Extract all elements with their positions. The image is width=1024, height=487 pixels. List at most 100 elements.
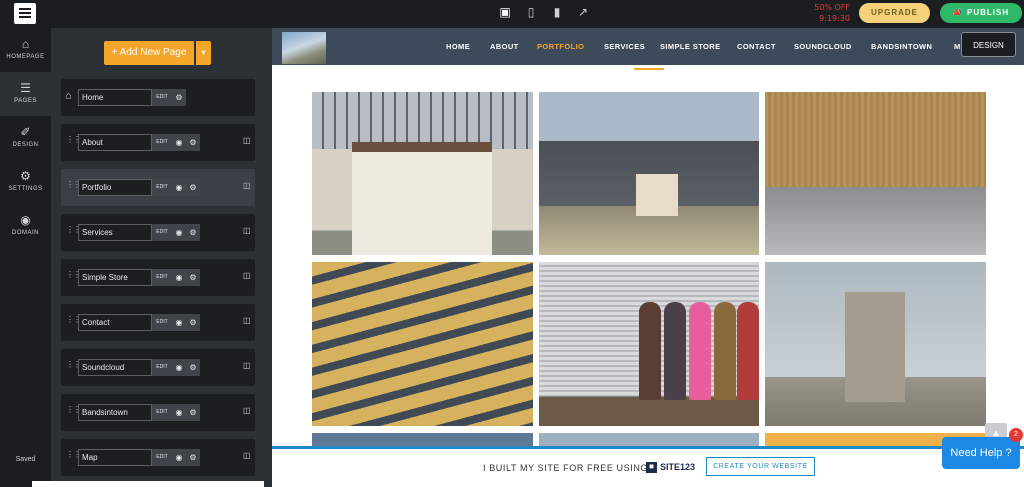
trash-icon[interactable]: ◫ bbox=[243, 361, 251, 370]
mobile-icon[interactable]: ▮ bbox=[550, 5, 564, 19]
portfolio-image[interactable] bbox=[765, 92, 986, 255]
site123-brand: SITE123 bbox=[660, 462, 696, 472]
gear-icon[interactable]: ⚙ bbox=[186, 314, 200, 331]
create-website-button[interactable]: CREATE YOUR WEBSITE bbox=[706, 457, 815, 476]
trash-icon[interactable]: ◫ bbox=[243, 136, 251, 145]
trash-icon[interactable]: ◫ bbox=[243, 316, 251, 325]
nav-home[interactable]: HOME bbox=[446, 42, 470, 51]
nav-map[interactable]: M bbox=[954, 42, 961, 51]
palette-icon[interactable]: ◉ bbox=[172, 179, 186, 196]
site-nav-items: HOME ABOUT PORTFOLIO SERVICES SIMPLE STO… bbox=[272, 28, 1024, 65]
home-icon: ⌂ bbox=[65, 90, 72, 102]
edit-button[interactable]: EDIT bbox=[152, 134, 172, 151]
tablet-icon[interactable]: ▯ bbox=[524, 5, 538, 19]
page-name-input[interactable]: Map bbox=[78, 449, 152, 466]
nav-portfolio[interactable]: PORTFOLIO bbox=[537, 42, 584, 51]
trash-icon[interactable]: ◫ bbox=[243, 181, 251, 190]
palette-icon[interactable]: ◉ bbox=[172, 404, 186, 421]
page-row-home[interactable]: ⌂ Home EDIT ⚙ bbox=[61, 79, 255, 116]
nav-about[interactable]: ABOUT bbox=[490, 42, 519, 51]
nav-simple-store[interactable]: SIMPLE STORE bbox=[660, 42, 721, 51]
drag-handle-icon[interactable]: ⋮⋮ bbox=[66, 316, 81, 327]
drag-handle-icon[interactable]: ⋮⋮ bbox=[66, 226, 81, 237]
rail-item-design[interactable]: ✐ DESIGN bbox=[0, 116, 51, 160]
gear-icon[interactable]: ⚙ bbox=[186, 359, 200, 376]
portfolio-image[interactable] bbox=[539, 262, 759, 426]
drag-handle-icon[interactable]: ⋮⋮ bbox=[66, 361, 81, 372]
page-row-bandsintown[interactable]: ⋮⋮ Bandsintown EDIT ◉ ⚙ ◫ bbox=[61, 394, 255, 431]
drag-handle-icon[interactable]: ⋮⋮ bbox=[66, 181, 81, 192]
nav-services[interactable]: SERVICES bbox=[604, 42, 645, 51]
page-row-contact[interactable]: ⋮⋮ Contact EDIT ◉ ⚙ ◫ bbox=[61, 304, 255, 341]
edit-button[interactable]: EDIT bbox=[152, 269, 172, 286]
edit-button[interactable]: EDIT bbox=[152, 224, 172, 241]
drag-handle-icon[interactable]: ⋮⋮ bbox=[66, 406, 81, 417]
saved-status: Saved bbox=[15, 456, 36, 463]
gear-icon[interactable]: ⚙ bbox=[186, 269, 200, 286]
page-row-portfolio[interactable]: ⋮⋮ Portfolio EDIT ◉ ⚙ ◫ bbox=[61, 169, 255, 206]
page-name-input[interactable]: Services bbox=[78, 224, 152, 241]
edit-button[interactable]: EDIT bbox=[152, 179, 172, 196]
gear-icon[interactable]: ⚙ bbox=[172, 89, 186, 106]
trash-icon[interactable]: ◫ bbox=[243, 226, 251, 235]
page-row-soundcloud[interactable]: ⋮⋮ Soundcloud EDIT ◉ ⚙ ◫ bbox=[61, 349, 255, 386]
menu-logo-icon[interactable] bbox=[14, 3, 36, 24]
drag-handle-icon[interactable]: ⋮⋮ bbox=[66, 451, 81, 462]
drag-handle-icon[interactable]: ⋮⋮ bbox=[66, 136, 81, 147]
portfolio-image[interactable] bbox=[765, 262, 986, 426]
page-name-input[interactable]: Contact bbox=[78, 314, 152, 331]
page-name-input[interactable]: Home bbox=[78, 89, 152, 106]
nav-contact[interactable]: CONTACT bbox=[737, 42, 776, 51]
palette-icon[interactable]: ◉ bbox=[172, 449, 186, 466]
edit-button[interactable]: EDIT bbox=[152, 449, 172, 466]
palette-icon[interactable]: ◉ bbox=[172, 359, 186, 376]
rail-item-settings[interactable]: ⚙ SETTINGS bbox=[0, 160, 51, 204]
palette-icon[interactable]: ◉ bbox=[172, 269, 186, 286]
brush-icon: ✐ bbox=[20, 125, 31, 139]
trash-icon[interactable]: ◫ bbox=[243, 271, 251, 280]
page-name-input[interactable]: Soundcloud bbox=[78, 359, 152, 376]
external-link-icon[interactable]: ↗ bbox=[576, 5, 590, 19]
nav-bandsintown[interactable]: BANDSINTOWN bbox=[871, 42, 932, 51]
rail-item-homepage[interactable]: ⌂ HOMEPAGE bbox=[0, 28, 51, 72]
page-name-input[interactable]: Simple Store bbox=[78, 269, 152, 286]
page-row-about[interactable]: ⋮⋮ About EDIT ◉ ⚙ ◫ bbox=[61, 124, 255, 161]
trash-icon[interactable]: ◫ bbox=[243, 451, 251, 460]
drag-handle-icon[interactable]: ⋮⋮ bbox=[66, 271, 81, 282]
trash-icon[interactable]: ◫ bbox=[243, 406, 251, 415]
edit-button[interactable]: EDIT bbox=[152, 89, 172, 106]
page-row-services[interactable]: ⋮⋮ Services EDIT ◉ ⚙ ◫ bbox=[61, 214, 255, 251]
rail-label: PAGES bbox=[14, 98, 37, 104]
need-help-button[interactable]: Need Help ? bbox=[942, 437, 1020, 469]
chevron-down-icon[interactable]: ▾ bbox=[196, 41, 211, 65]
gear-icon[interactable]: ⚙ bbox=[186, 449, 200, 466]
portfolio-image[interactable] bbox=[312, 92, 533, 255]
page-row-simple-store[interactable]: ⋮⋮ Simple Store EDIT ◉ ⚙ ◫ bbox=[61, 259, 255, 296]
desktop-icon[interactable]: ▣ bbox=[498, 5, 512, 19]
portfolio-image[interactable] bbox=[539, 92, 759, 255]
gear-icon[interactable]: ⚙ bbox=[186, 179, 200, 196]
free-site-banner: I BUILT MY SITE FOR FREE USING ◼ SITE123… bbox=[272, 446, 1024, 487]
edit-button[interactable]: EDIT bbox=[152, 404, 172, 421]
active-nav-indicator bbox=[634, 68, 664, 70]
design-button[interactable]: DESIGN bbox=[961, 32, 1016, 57]
page-name-input[interactable]: Bandsintown bbox=[78, 404, 152, 421]
gear-icon[interactable]: ⚙ bbox=[186, 224, 200, 241]
edit-button[interactable]: EDIT bbox=[152, 314, 172, 331]
rail-item-domain[interactable]: ◉ DOMAIN bbox=[0, 204, 51, 248]
page-name-input[interactable]: Portfolio bbox=[78, 179, 152, 196]
page-name-input[interactable]: About bbox=[78, 134, 152, 151]
add-new-page-button[interactable]: + Add New Page bbox=[104, 41, 194, 65]
gear-icon[interactable]: ⚙ bbox=[186, 404, 200, 421]
palette-icon[interactable]: ◉ bbox=[172, 134, 186, 151]
edit-button[interactable]: EDIT bbox=[152, 359, 172, 376]
upgrade-button[interactable]: UPGRADE bbox=[859, 3, 930, 23]
rail-item-pages[interactable]: ☰ PAGES bbox=[0, 72, 51, 116]
publish-button[interactable]: 📣 PUBLISH bbox=[940, 3, 1022, 23]
portfolio-image[interactable] bbox=[312, 262, 533, 426]
gear-icon[interactable]: ⚙ bbox=[186, 134, 200, 151]
palette-icon[interactable]: ◉ bbox=[172, 224, 186, 241]
palette-icon[interactable]: ◉ bbox=[172, 314, 186, 331]
nav-soundcloud[interactable]: SOUNDCLOUD bbox=[794, 42, 852, 51]
page-row-map[interactable]: ⋮⋮ Map EDIT ◉ ⚙ ◫ bbox=[61, 439, 255, 476]
